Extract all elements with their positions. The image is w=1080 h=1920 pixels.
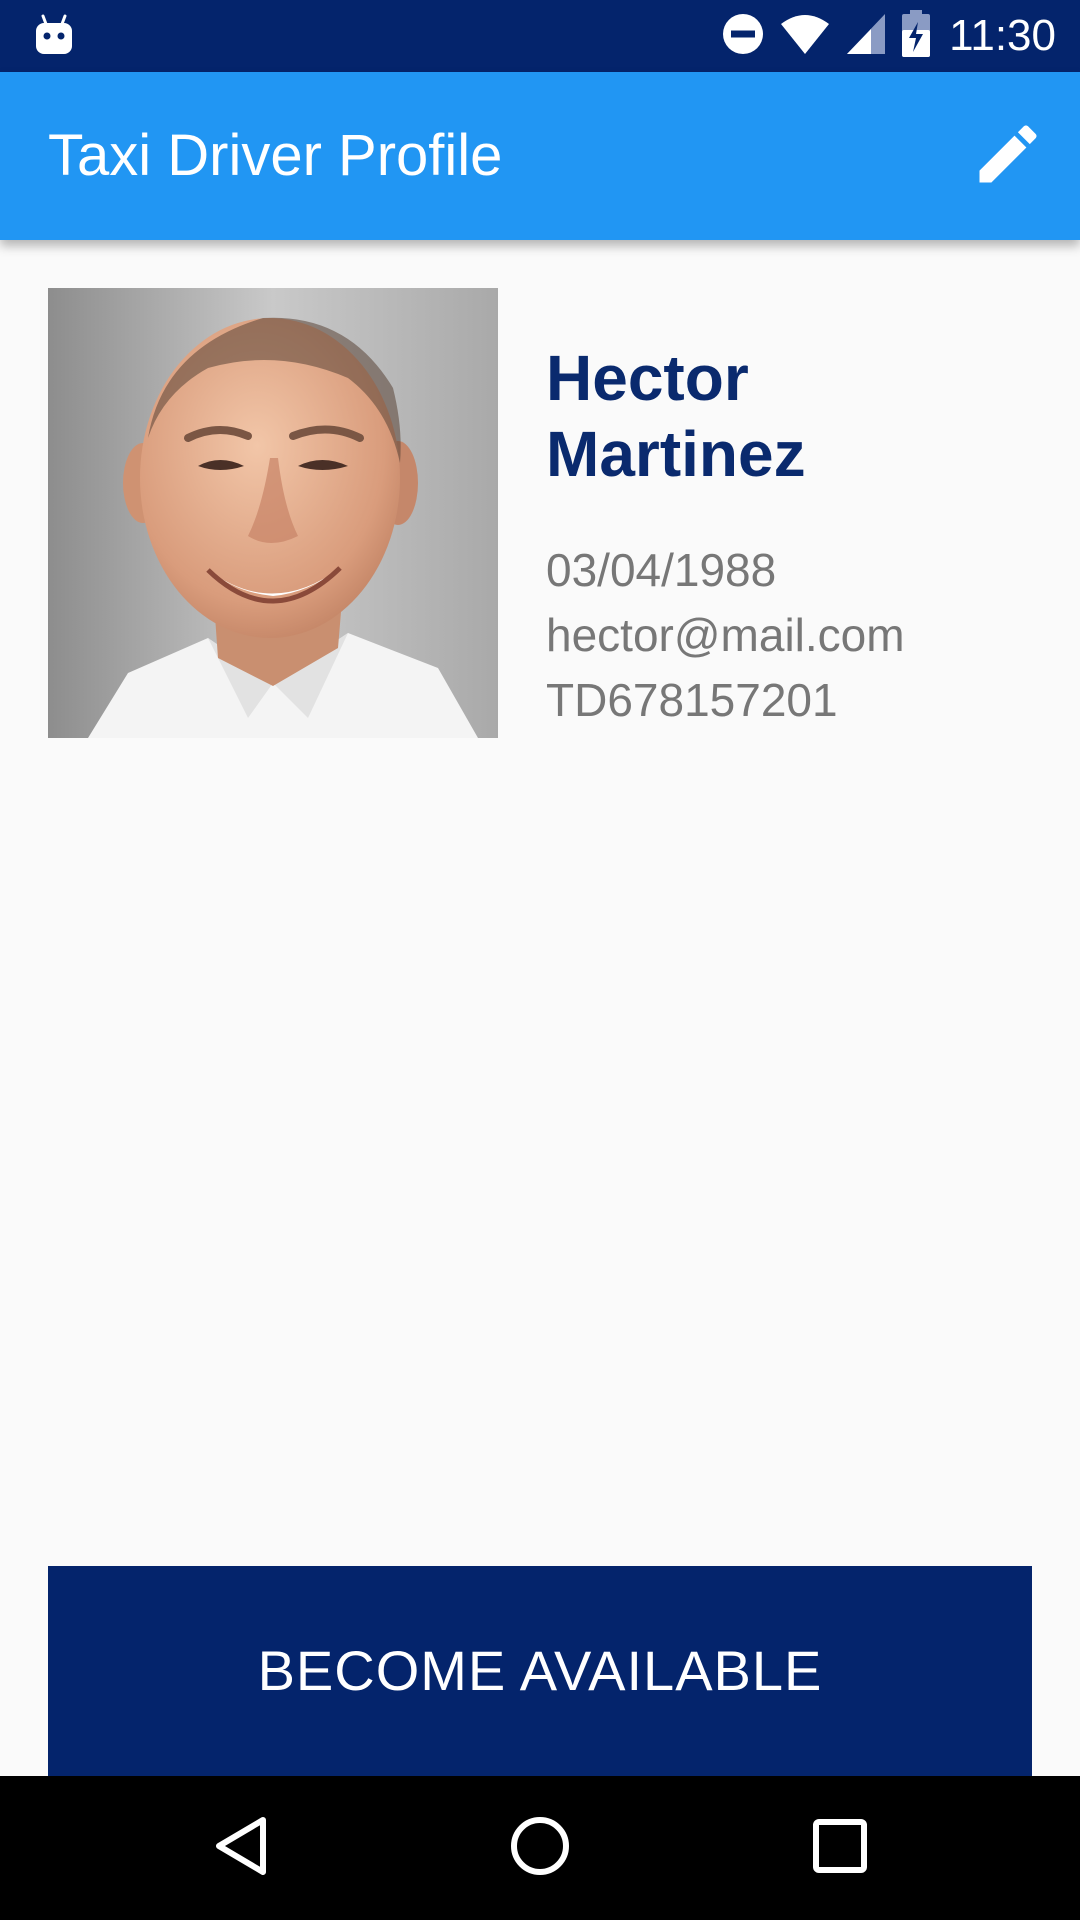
battery-charging-icon — [901, 9, 931, 63]
status-time: 11:30 — [949, 11, 1056, 60]
become-available-button[interactable]: BECOME AVAILABLE — [48, 1566, 1032, 1776]
app-bar: Taxi Driver Profile — [0, 72, 1080, 240]
driver-last-name: Martinez — [546, 418, 806, 490]
page-title: Taxi Driver Profile — [48, 123, 503, 188]
do-not-disturb-icon — [721, 12, 765, 61]
email: hector@mail.com — [546, 609, 905, 661]
edit-icon — [970, 116, 1046, 197]
driver-photo — [48, 288, 498, 738]
wifi-icon — [779, 12, 831, 61]
home-button[interactable] — [490, 1798, 590, 1898]
license-id: TD678157201 — [546, 674, 838, 726]
cell-signal-icon — [845, 12, 887, 61]
android-icon — [34, 14, 74, 56]
system-nav-bar — [0, 1776, 1080, 1920]
recents-button[interactable] — [790, 1798, 890, 1898]
profile-info: Hector Martinez 03/04/1988 hector@mail.c… — [546, 340, 1046, 733]
profile-content: Hector Martinez 03/04/1988 hector@mail.c… — [0, 240, 1080, 1776]
driver-first-name: Hector — [546, 342, 749, 414]
edit-profile-button[interactable] — [960, 108, 1056, 204]
back-icon — [211, 1814, 271, 1883]
recents-icon — [812, 1818, 868, 1879]
birth-date: 03/04/1988 — [546, 544, 777, 596]
driver-details: 03/04/1988 hector@mail.com TD678157201 — [546, 538, 1046, 733]
back-button[interactable] — [191, 1798, 291, 1898]
home-icon — [509, 1815, 571, 1882]
status-bar: 11:30 — [0, 0, 1080, 72]
